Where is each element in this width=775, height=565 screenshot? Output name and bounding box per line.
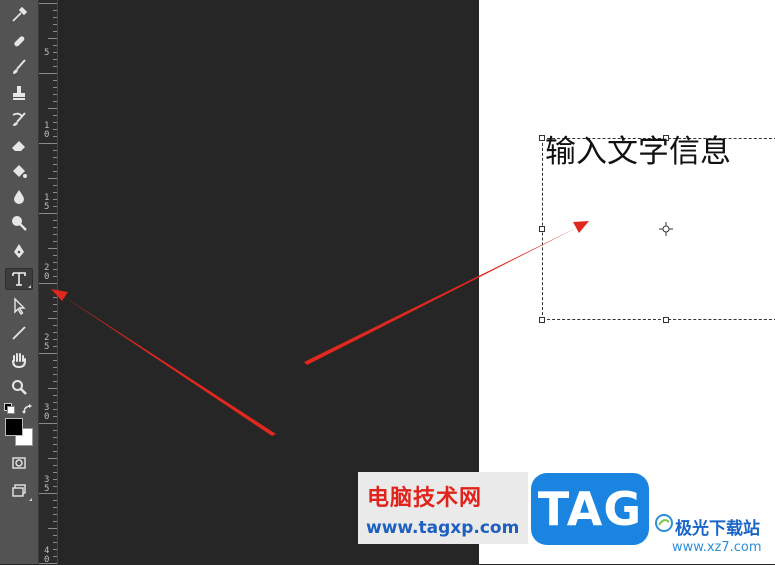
arrow-to-text-box	[304, 226, 580, 365]
download-site-url: www.xz7.com	[672, 540, 762, 555]
watermark-site-url: www.tagxp.com	[366, 518, 520, 538]
watermark-site-name: 电脑技术网	[367, 486, 483, 511]
tag-logo-text: TAG	[537, 482, 643, 536]
download-site-name: 极光下载站	[675, 519, 760, 539]
arrow-to-type-tool	[60, 294, 276, 436]
aurora-logo-icon	[655, 514, 673, 532]
tag-logo: TAG	[531, 473, 649, 545]
